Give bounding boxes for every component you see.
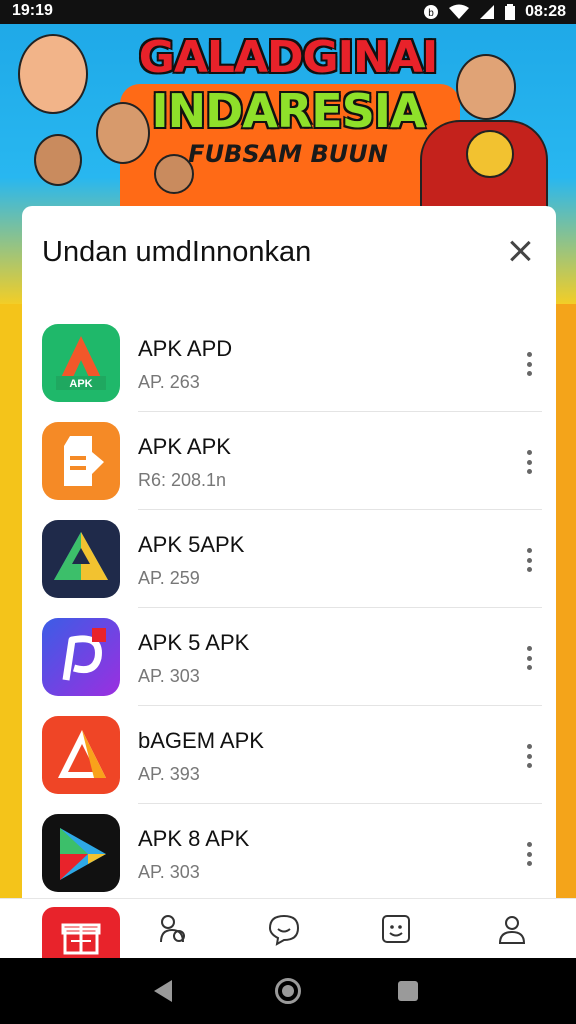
sheet-title: Undan umdInnonkan <box>42 236 312 268</box>
more-options-icon[interactable] <box>522 842 536 866</box>
garuda-emblem <box>466 130 514 178</box>
status-icons: b 08:28 <box>423 3 566 21</box>
chat-icon[interactable] <box>244 899 324 959</box>
green-a-icon: APK <box>42 324 120 402</box>
app-name: APK 5 APK <box>138 630 250 655</box>
back-icon[interactable] <box>154 980 172 1002</box>
flask-icon[interactable] <box>132 899 212 959</box>
app-meta: R6: 208.1n <box>138 470 227 490</box>
character-man <box>456 54 516 120</box>
character-woman <box>96 102 150 164</box>
notification-icon: b <box>424 5 439 19</box>
signal-icon <box>480 5 495 19</box>
character-elf <box>18 34 88 114</box>
svg-text:b: b <box>428 8 434 19</box>
wifi-icon <box>449 4 470 19</box>
more-options-icon[interactable] <box>522 352 536 376</box>
more-options-icon[interactable] <box>522 646 536 670</box>
app-row-6[interactable]: APK 8 APK AP. 303 <box>22 804 556 902</box>
app-meta: AP. 303 <box>138 666 200 686</box>
app-meta: AP. 303 <box>138 862 200 882</box>
app-meta: AP. 263 <box>138 372 200 392</box>
app-sheet: Undan umdInnonkan APK APK APD AP. 263 AP… <box>22 206 556 906</box>
app-name: APK APD <box>138 336 233 361</box>
app-name: APK 5APK <box>138 532 245 557</box>
app-row-4[interactable]: APK 5 APK AP. 303 <box>22 608 556 706</box>
red-a-icon <box>42 716 120 794</box>
recent-apps-icon[interactable] <box>398 981 418 1001</box>
app-row-2[interactable]: APK APK R6: 208.1n <box>22 412 556 510</box>
status-bar: 19:19 b 08:28 <box>0 0 576 24</box>
dark-triangle-icon <box>42 520 120 598</box>
face-icon[interactable] <box>356 899 436 959</box>
more-options-icon[interactable] <box>522 450 536 474</box>
app-list: APK APK APD AP. 263 APK APK R6: 208.1n A… <box>22 314 556 902</box>
purple-p-icon <box>42 618 120 696</box>
status-clock: 08:28 <box>525 3 566 20</box>
profile-icon[interactable] <box>472 899 552 959</box>
more-options-icon[interactable] <box>522 548 536 572</box>
more-options-icon[interactable] <box>522 744 536 768</box>
status-time: 19:19 <box>12 2 53 19</box>
character-boy <box>154 154 194 194</box>
app-row-5[interactable]: bAGEM APK AP. 393 <box>22 706 556 804</box>
app-meta: AP. 259 <box>138 568 200 588</box>
battery-icon <box>505 4 516 20</box>
app-meta: AP. 393 <box>138 764 200 784</box>
app-name: bAGEM APK <box>138 728 264 753</box>
play-triangle-icon <box>42 814 120 892</box>
close-icon[interactable] <box>502 234 538 270</box>
app-name: APK 8 APK <box>138 826 250 851</box>
orange-robot-icon <box>42 422 120 500</box>
svg-text:APK: APK <box>69 378 92 390</box>
android-nav-bar <box>0 958 576 1024</box>
character-girl <box>34 134 82 186</box>
app-row-3[interactable]: APK 5APK AP. 259 <box>22 510 556 608</box>
bottom-nav <box>0 898 576 967</box>
app-row-1[interactable]: APK APK APD AP. 263 <box>22 314 556 412</box>
stripe-right <box>556 304 576 984</box>
home-icon[interactable] <box>275 978 301 1004</box>
app-name: APK APK <box>138 434 231 459</box>
